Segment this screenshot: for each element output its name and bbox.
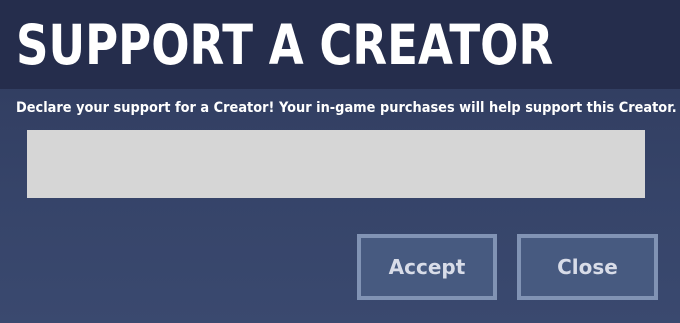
creator-code-input[interactable]: [27, 130, 645, 198]
dialog-description: Declare your support for a Creator! Your…: [16, 100, 677, 116]
dialog-title: SUPPORT A CREATOR: [16, 13, 554, 77]
support-a-creator-dialog: SUPPORT A CREATOR Declare your support f…: [0, 0, 680, 323]
dialog-header: SUPPORT A CREATOR: [0, 0, 680, 89]
accept-button[interactable]: Accept: [357, 234, 497, 300]
close-button[interactable]: Close: [517, 234, 658, 300]
